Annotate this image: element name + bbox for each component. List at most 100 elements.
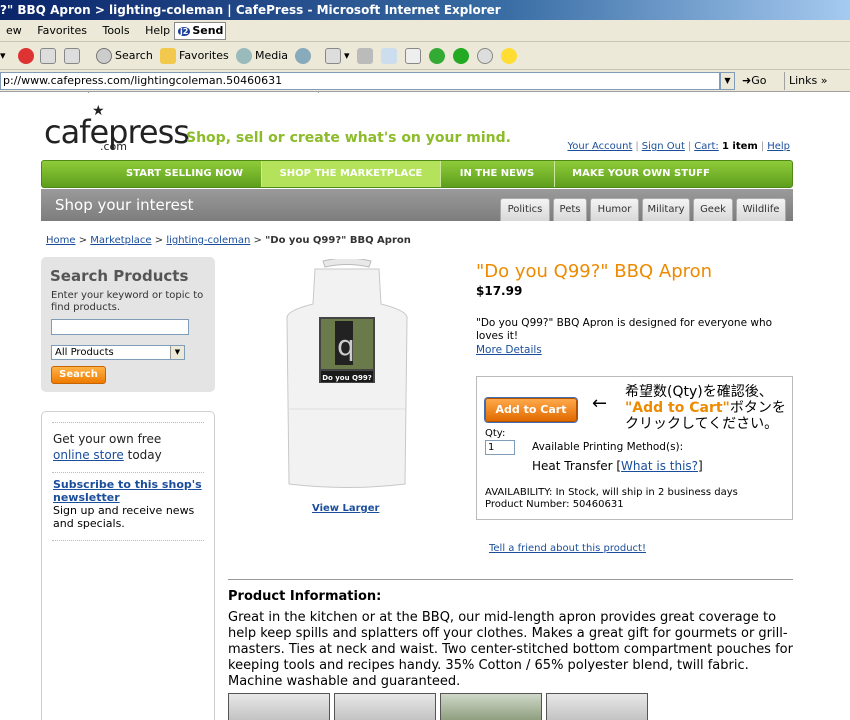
- media-button[interactable]: Media: [236, 46, 288, 66]
- logo-star-icon: ★: [92, 103, 105, 119]
- messenger-icon[interactable]: [477, 46, 496, 66]
- tab-humor[interactable]: Humor: [590, 198, 639, 221]
- subscribe-link[interactable]: Subscribe to this shop's newsletter: [53, 478, 202, 504]
- go-button[interactable]: ➜Go: [742, 72, 766, 90]
- help-link[interactable]: Help: [767, 141, 790, 152]
- divider: [52, 472, 204, 473]
- breadcrumb-marketplace[interactable]: Marketplace: [90, 235, 151, 246]
- toolbar: ▾ Search Favorites Media ▾: [0, 42, 850, 109]
- tab-wildlife[interactable]: Wildlife: [736, 198, 786, 221]
- search-input[interactable]: [51, 319, 189, 335]
- online-store-link[interactable]: online store: [53, 448, 124, 462]
- refresh-icon[interactable]: [40, 46, 59, 66]
- favorites-icon: [160, 48, 176, 64]
- tab-politics[interactable]: Politics: [500, 198, 550, 221]
- category-select[interactable]: All Products ▼: [51, 345, 185, 360]
- apron-caption: Do you Q99?: [322, 374, 372, 382]
- menu-bar: ew Favorites Tools Help j2 Send: [0, 20, 850, 42]
- discuss-icon[interactable]: [405, 46, 424, 66]
- product-image[interactable]: q Do you Q99?: [285, 259, 409, 489]
- sign-out-link[interactable]: Sign Out: [642, 141, 685, 152]
- web-page: cafepress ★ .com Shop, sell or create wh…: [0, 93, 850, 720]
- tab-geek[interactable]: Geek: [693, 198, 733, 221]
- nav-shop-marketplace[interactable]: SHOP THE MARKETPLACE: [262, 161, 440, 187]
- menu-tools[interactable]: Tools: [96, 20, 135, 42]
- home-icon[interactable]: [64, 46, 83, 66]
- annotation-note: 希望数(Qty)を確認後、 "Add to Cart"ボタンを クリックしてくだ…: [625, 384, 786, 432]
- more-details-link[interactable]: More Details: [476, 344, 542, 356]
- interest-bar: Shop your interest Politics Pets Humor M…: [41, 189, 793, 221]
- newsletter-promo: Subscribe to this shop's newsletter Sign…: [53, 478, 202, 530]
- j2-icon: j2: [178, 27, 191, 36]
- breadcrumb: Home > Marketplace > lighting-coleman > …: [46, 235, 411, 246]
- window-title: ?" BBQ Apron > lighting-coleman | CafePr…: [0, 3, 501, 17]
- history-icon[interactable]: [295, 46, 314, 66]
- chevron-down-icon: ▼: [170, 346, 184, 359]
- edit-icon[interactable]: [381, 46, 400, 66]
- j2-send-button[interactable]: j2 Send: [174, 22, 226, 40]
- pro-icon[interactable]: [429, 46, 448, 66]
- links-button[interactable]: Links »: [784, 72, 828, 90]
- menu-view[interactable]: ew: [0, 20, 28, 42]
- add-to-cart-button[interactable]: Add to Cart: [485, 398, 577, 422]
- annotation-arrow-icon: ←: [592, 393, 608, 414]
- thumbnail[interactable]: [546, 693, 648, 720]
- thumbnail[interactable]: [334, 693, 436, 720]
- divider: [228, 579, 793, 580]
- qty-label: Qty:: [485, 428, 506, 439]
- tab-military[interactable]: Military: [642, 198, 690, 221]
- nav-divider: [440, 161, 441, 187]
- mail-icon[interactable]: ▾: [325, 46, 350, 66]
- availability: AVAILABILITY: In Stock, will ship in 2 b…: [485, 487, 738, 498]
- account-links: Your Account | Sign Out | Cart: 1 item | Help: [567, 141, 790, 152]
- breadcrumb-shop[interactable]: lighting-coleman: [166, 235, 250, 246]
- cart-count: 1 item: [721, 141, 758, 152]
- back-arrow-icon[interactable]: ▾: [0, 46, 6, 66]
- media-icon: [236, 48, 252, 64]
- menu-help[interactable]: Help: [139, 20, 176, 42]
- print-icon[interactable]: [357, 46, 376, 66]
- promo-panel: Get your own free online store today Sub…: [41, 411, 215, 720]
- free-store-promo: Get your own free online store today: [53, 432, 162, 462]
- printing-methods-label: Available Printing Method(s):: [532, 441, 684, 453]
- thumbnail[interactable]: [228, 693, 330, 720]
- clover-icon[interactable]: [453, 46, 472, 66]
- view-larger-link[interactable]: View Larger: [312, 503, 379, 514]
- stop-icon[interactable]: [18, 46, 37, 66]
- address-input[interactable]: p://www.cafepress.com/lightingcoleman.50…: [0, 72, 720, 90]
- menu-favorites[interactable]: Favorites: [31, 20, 93, 42]
- nav-make-your-own[interactable]: MAKE YOUR OWN STUFF: [556, 161, 726, 187]
- svg-text:q: q: [337, 329, 355, 362]
- smiley-icon[interactable]: [501, 46, 520, 66]
- tab-pets[interactable]: Pets: [553, 198, 587, 221]
- qty-input[interactable]: 1: [485, 440, 515, 455]
- divider: [52, 422, 204, 423]
- breadcrumb-home[interactable]: Home: [46, 235, 76, 246]
- main-nav: START SELLING NOW SHOP THE MARKETPLACE I…: [41, 160, 793, 188]
- cart-link[interactable]: Cart:: [694, 141, 719, 152]
- product-description: "Do you Q99?" BBQ Apron is designed for …: [476, 317, 773, 342]
- window-titlebar: ?" BBQ Apron > lighting-coleman | CafePr…: [0, 0, 850, 20]
- thumbnail[interactable]: [440, 693, 542, 720]
- availability-info: AVAILABILITY: In Stock, will ship in 2 b…: [485, 487, 738, 511]
- nav-in-the-news[interactable]: IN THE NEWS: [442, 161, 552, 187]
- search-button[interactable]: Search: [51, 366, 106, 384]
- tell-friend-link[interactable]: Tell a friend about this product!: [489, 543, 646, 554]
- nav-start-selling[interactable]: START SELLING NOW: [112, 161, 257, 187]
- search-title: Search Products: [50, 267, 189, 285]
- product-title: "Do you Q99?" BBQ Apron: [476, 261, 713, 282]
- search-button[interactable]: Search: [96, 46, 153, 66]
- favorites-button[interactable]: Favorites: [160, 46, 229, 66]
- search-icon: [96, 48, 112, 64]
- address-bar: p://www.cafepress.com/lightingcoleman.50…: [0, 70, 850, 92]
- product-price: $17.99: [476, 284, 523, 298]
- site-tagline: Shop, sell or create what's on your mind…: [186, 130, 511, 146]
- nav-divider: [554, 161, 555, 187]
- your-account-link[interactable]: Your Account: [567, 141, 632, 152]
- what-is-this-link[interactable]: What is this?: [621, 459, 698, 473]
- logo-com: .com: [100, 140, 127, 153]
- product-info-text: Great in the kitchen or at the BBQ, our …: [228, 610, 793, 689]
- product-info-heading: Product Information:: [228, 589, 382, 604]
- shop-interest-label: Shop your interest: [55, 196, 194, 214]
- chevron-down-icon[interactable]: ▼: [720, 72, 735, 90]
